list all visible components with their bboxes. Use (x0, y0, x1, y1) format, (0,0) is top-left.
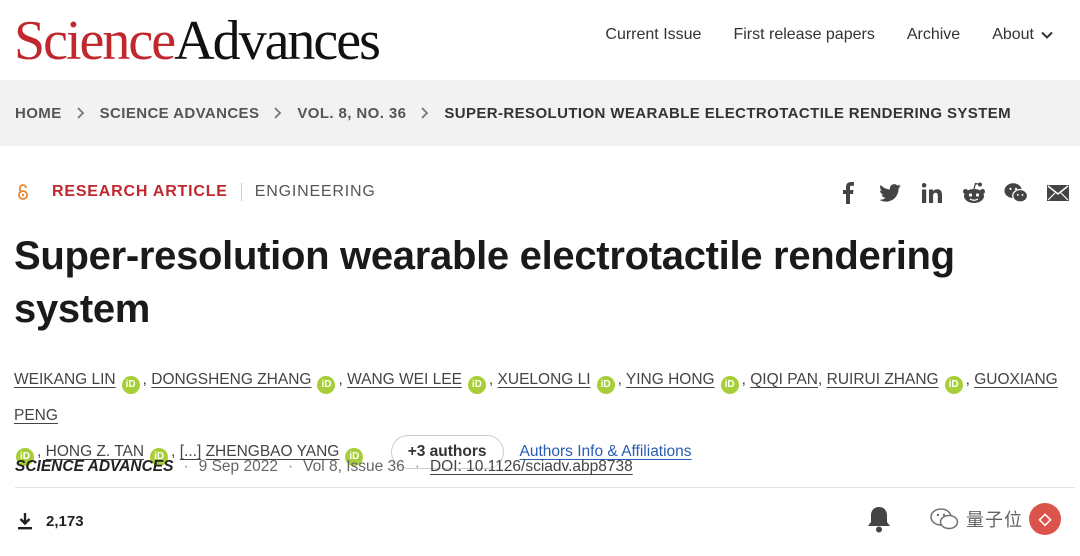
volume-issue[interactable]: Vol 8, Issue 36 (303, 458, 405, 476)
reddit-icon[interactable] (962, 181, 986, 205)
orcid-icon[interactable]: iD (467, 376, 486, 394)
twitter-icon[interactable] (878, 181, 902, 205)
chevron-right-icon (421, 107, 429, 119)
nav-label: Current Issue (605, 26, 702, 43)
divider (240, 183, 242, 201)
author-list: WEIKANG LIN iD, DONGSHENG ZHANG iD, WANG W… (14, 362, 1074, 470)
download-count-value: 2,173 (46, 512, 84, 530)
article-title: Super-resolution wearable electrotactile… (14, 234, 955, 331)
wechat-icon[interactable] (1004, 181, 1028, 205)
share-bar (836, 181, 1070, 205)
author-link[interactable]: DONGSHENG ZHANG (151, 371, 311, 388)
breadcrumb: HOME SCIENCE ADVANCES VOL. 8, NO. 36 SUP… (0, 80, 1080, 146)
nav-label: First release papers (733, 26, 875, 43)
facebook-icon[interactable] (836, 181, 860, 205)
chevron-right-icon (76, 107, 84, 119)
publication-date: 9 Sep 2022 (198, 458, 278, 475)
orcid-icon[interactable]: iD (720, 376, 739, 394)
chevron-right-icon (274, 107, 282, 119)
download-count: 2,173 (16, 512, 84, 530)
separator-dot: · (287, 458, 294, 475)
chevron-down-icon (1041, 31, 1053, 39)
author-link[interactable]: RUIRUI ZHANG (827, 371, 939, 388)
logo-advances: Advances (174, 10, 381, 72)
author-link[interactable]: QIQI PAN (750, 371, 818, 388)
site-header: ScienceAdvances Current Issue First rele… (0, 0, 1080, 78)
watermark-text: 量子位 (966, 510, 1023, 530)
linkedin-icon[interactable] (920, 181, 944, 205)
download-icon (18, 513, 32, 530)
orcid-icon[interactable]: iD (596, 376, 615, 394)
breadcrumb-home[interactable]: HOME (15, 105, 62, 122)
separator-dot: · (183, 458, 189, 475)
orcid-icon[interactable]: iD (944, 376, 963, 394)
author-link[interactable]: XUELONG LI (498, 371, 591, 388)
watermark: 量子位 ◇ (930, 494, 1070, 544)
breadcrumb-current: SUPER-RESOLUTION WEARABLE ELECTROTACTILE… (444, 104, 1012, 122)
orcid-icon[interactable]: iD (121, 376, 140, 394)
watermark-seal-icon: ◇ (1029, 503, 1061, 535)
publication-info: SCIENCE ADVANCES · 9 Sep 2022 · Vol 8, I… (15, 458, 633, 476)
author-link[interactable]: YING HONG (626, 371, 715, 388)
separator-dot: · (414, 458, 420, 475)
bell-icon[interactable] (866, 505, 892, 533)
orcid-icon[interactable]: iD (317, 376, 336, 394)
nav-label: Archive (906, 26, 961, 43)
main-nav: Current Issue First release papers Archi… (605, 26, 1054, 44)
article-meta: RESEARCH ARTICLE ENGINEERING (16, 183, 376, 201)
journal-name[interactable]: SCIENCE ADVANCES (15, 458, 173, 476)
article-subject[interactable]: ENGINEERING (255, 183, 376, 201)
wechat-watermark-icon (930, 508, 959, 530)
site-logo[interactable]: ScienceAdvances (14, 8, 381, 74)
divider (15, 487, 1075, 488)
doi-link[interactable]: DOI: 10.1126/sciadv.abp8738 (430, 458, 633, 476)
breadcrumb-issue[interactable]: VOL. 8, NO. 36 (297, 105, 406, 122)
email-icon[interactable] (1046, 181, 1070, 205)
nav-about[interactable]: About (992, 26, 1054, 44)
nav-archive[interactable]: Archive (907, 26, 960, 44)
author-link[interactable]: WEIKANG LIN (14, 371, 116, 388)
author-link[interactable]: WANG WEI LEE (347, 371, 462, 388)
open-access-lock-icon (18, 184, 28, 200)
nav-label: About (992, 26, 1034, 43)
nav-current-issue[interactable]: Current Issue (605, 26, 701, 44)
breadcrumb-journal[interactable]: SCIENCE ADVANCES (100, 105, 260, 122)
logo-science: Science (14, 10, 176, 72)
nav-first-release-papers[interactable]: First release papers (733, 26, 874, 44)
article-type[interactable]: RESEARCH ARTICLE (52, 183, 228, 201)
